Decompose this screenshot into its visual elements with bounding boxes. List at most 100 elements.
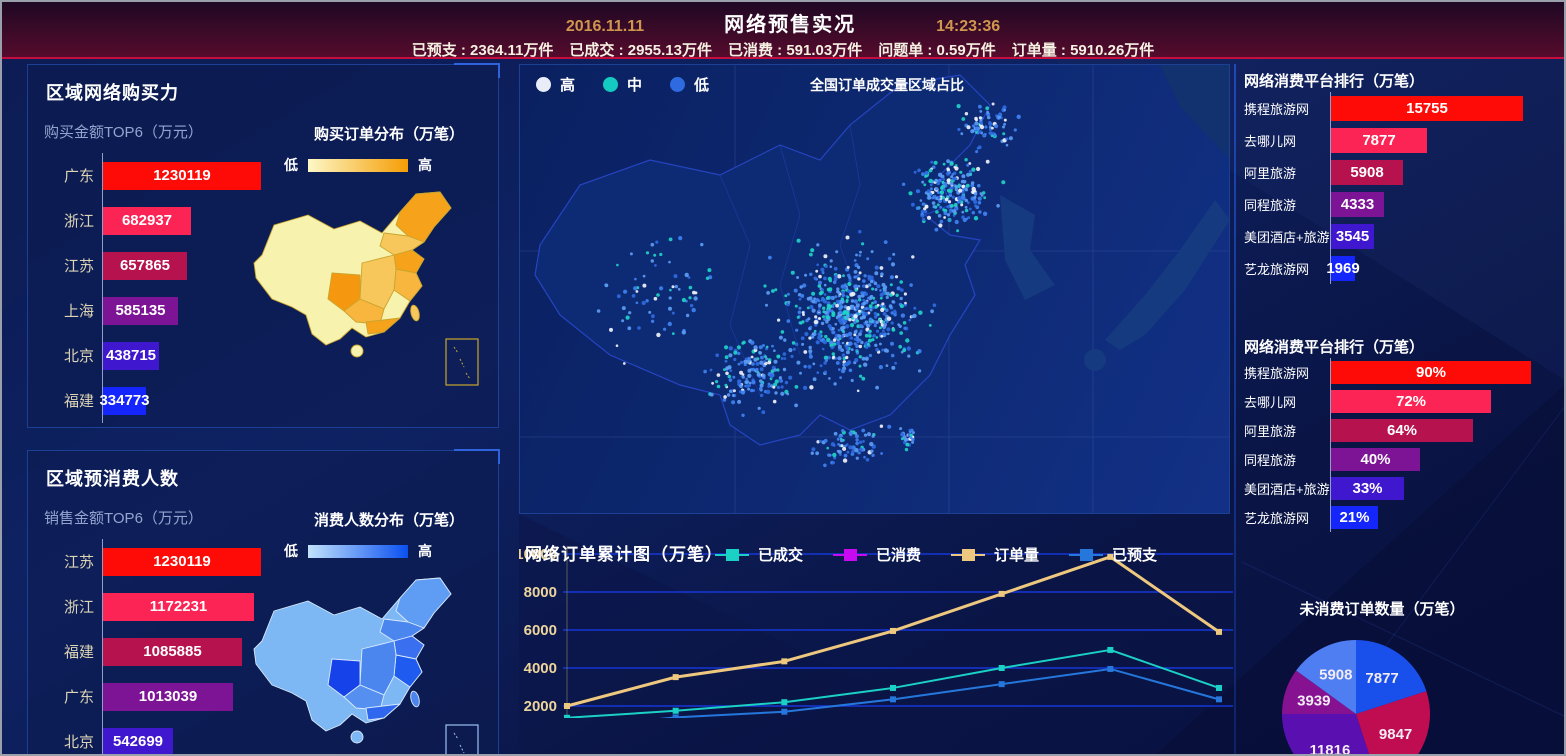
panel-national-scatter-map: 高中低 全国订单成交量区域占比 — [519, 64, 1230, 514]
panel-region-preconsume: 区域预消费人数 销售金额TOP6（万元） 江苏1230119浙江1172231福… — [27, 450, 499, 756]
dashboard-screen: 2016.11.11 网络预售实况 14:23:36 已预支 : 2364.11… — [0, 0, 1566, 756]
svg-text:7877: 7877 — [1365, 670, 1398, 687]
map-legend-item: 低 — [670, 74, 709, 95]
bar: 1172231 — [103, 593, 254, 621]
header-date: 2016.11.11 — [566, 18, 644, 36]
panel-subtitle: 销售金额TOP6（万元） — [44, 507, 203, 528]
panel-title: 区域预消费人数 — [46, 465, 179, 491]
svg-text:6000: 6000 — [524, 622, 557, 639]
panel-corner-accent — [454, 63, 500, 78]
header-stat: 已成交 : 2955.13万件 — [569, 39, 712, 60]
bar-value: 1172231 — [150, 598, 208, 615]
bar-track: 438715 — [102, 333, 256, 378]
scatter-map-legend: 高中低 — [536, 74, 709, 95]
header-time: 14:23:36 — [936, 18, 1000, 36]
bar-track: 1172231 — [102, 584, 256, 629]
panel-platform-rank-percent: 网络消费平台排行（万笔） 携程旅游网90%去哪儿网72%阿里旅游64%同程旅游4… — [1242, 330, 1562, 544]
bar-track: 1969 — [1330, 252, 1558, 284]
bar-category-label: 浙江 — [42, 596, 102, 617]
legend-label: 已成交 — [758, 544, 803, 565]
gradient-high-label: 高 — [418, 541, 432, 561]
bar-row: 江苏 657865 — [42, 243, 256, 288]
bar-track: 72% — [1330, 387, 1558, 416]
bar-track: 542699 — [102, 719, 256, 756]
legend-label: 已消费 — [876, 544, 921, 565]
bar: 1230119 — [103, 162, 261, 190]
svg-text:9847: 9847 — [1379, 726, 1412, 743]
bar-category-label: 美团酒店+旅游 — [1244, 227, 1330, 246]
bar-category-label: 江苏 — [42, 255, 102, 276]
bar-category-label: 去哪儿网 — [1244, 392, 1330, 411]
panel-platform-rank-volume: 网络消费平台排行（万笔） 携程旅游网15755去哪儿网7877阿里旅游5908同… — [1242, 64, 1562, 324]
bar-track: 1013039 — [102, 674, 256, 719]
bar-value: 657865 — [120, 257, 170, 274]
panel-title: 网络消费平台排行（万笔） — [1244, 70, 1424, 91]
bar: 5908 — [1331, 160, 1403, 185]
platform-percent-bar-chart: 携程旅游网90%去哪儿网72%阿里旅游64%同程旅游40%美团酒店+旅游33%艺… — [1244, 358, 1558, 532]
map-legend-item: 高 — [536, 74, 575, 95]
header-row-title: 2016.11.11 网络预售实况 14:23:36 — [2, 2, 1564, 37]
bar-value: 682937 — [122, 212, 172, 229]
svg-text:11816: 11816 — [1309, 742, 1350, 756]
bar-category-label: 上海 — [42, 300, 102, 321]
gradient-bar — [308, 545, 408, 558]
line-legend-item: 订单量 — [951, 544, 1039, 565]
bar-value: 33% — [1352, 480, 1382, 497]
panel-region-buying-power: 区域网络购买力 购买金额TOP6（万元） 广东1230119浙江682937江苏… — [27, 64, 499, 428]
bar-row: 浙江 1172231 — [42, 584, 256, 629]
bar-category-label: 携程旅游网 — [1244, 99, 1330, 118]
svg-text:5908: 5908 — [1319, 666, 1352, 683]
legend-swatch — [951, 549, 985, 561]
line-legend-item: 已消费 — [833, 544, 921, 565]
bar-row: 艺龙旅游网1969 — [1244, 252, 1558, 284]
bar-track: 21% — [1330, 503, 1558, 532]
header-stat: 已预支 : 2364.11万件 — [412, 39, 554, 60]
korea-landmass — [1000, 195, 1055, 300]
pie-chart-title: 未消费订单数量（万笔） — [1262, 598, 1502, 619]
bar: 4333 — [1331, 192, 1384, 217]
bar-value: 1969 — [1326, 260, 1359, 277]
bar-track: 585135 — [102, 288, 256, 333]
preconsume-bar-chart: 江苏1230119浙江1172231福建1085885广东1013039北京54… — [42, 539, 256, 756]
panel-title: 网络消费平台排行（万笔） — [1244, 336, 1424, 357]
vertical-separator — [1234, 64, 1236, 756]
map-legend-title: 消费人数分布（万笔） — [276, 509, 502, 530]
bar-row: 同程旅游40% — [1244, 445, 1558, 474]
bar-track: 334773 — [102, 378, 256, 423]
line-legend-item: 已成交 — [715, 544, 803, 565]
south-china-sea-inset — [446, 725, 478, 756]
bar-category-label: 携程旅游网 — [1244, 363, 1330, 382]
legend-dot — [670, 77, 685, 92]
bar-row: 福建334773 — [42, 378, 256, 423]
bar: 682937 — [103, 207, 191, 235]
bar-row: 广东1013039 — [42, 674, 256, 719]
bar-category-label: 江苏 — [42, 551, 102, 572]
bar-track: 15755 — [1330, 92, 1558, 124]
legend-swatch — [1069, 549, 1103, 561]
bar: 3545 — [1331, 224, 1374, 249]
bar-track: 657865 — [102, 243, 256, 288]
bar-track: 7877 — [1330, 124, 1558, 156]
bar-row: 上海585135 — [42, 288, 256, 333]
bar-category-label: 艺龙旅游网 — [1244, 259, 1330, 278]
bar: 1969 — [1331, 256, 1355, 281]
legend-label: 已预支 — [1112, 544, 1157, 565]
china-map-consume-distribution — [244, 567, 508, 756]
bar-row: 去哪儿网7877 — [1244, 124, 1558, 156]
bar-track: 1230119 — [102, 539, 261, 584]
bar-value: 1230119 — [153, 167, 211, 184]
bar-track: 682937 — [102, 198, 256, 243]
line-legend-item: 已预支 — [1069, 544, 1157, 565]
bar-row: 浙江682937 — [42, 198, 256, 243]
bar-value: 1230119 — [153, 553, 211, 570]
bar: 21% — [1331, 506, 1378, 529]
header-stat: 订单量 : 5910.26万件 — [1012, 39, 1155, 60]
gradient-bar — [308, 159, 408, 172]
bar-value: 7877 — [1362, 132, 1395, 149]
bar: 1230119 — [103, 548, 261, 576]
bar-track: 1230119 — [102, 153, 261, 198]
bar-track: 33% — [1330, 474, 1558, 503]
bar-category-label: 阿里旅游 — [1244, 163, 1330, 182]
bar-row: 阿里旅游64% — [1244, 416, 1558, 445]
legend-label: 订单量 — [994, 544, 1039, 565]
